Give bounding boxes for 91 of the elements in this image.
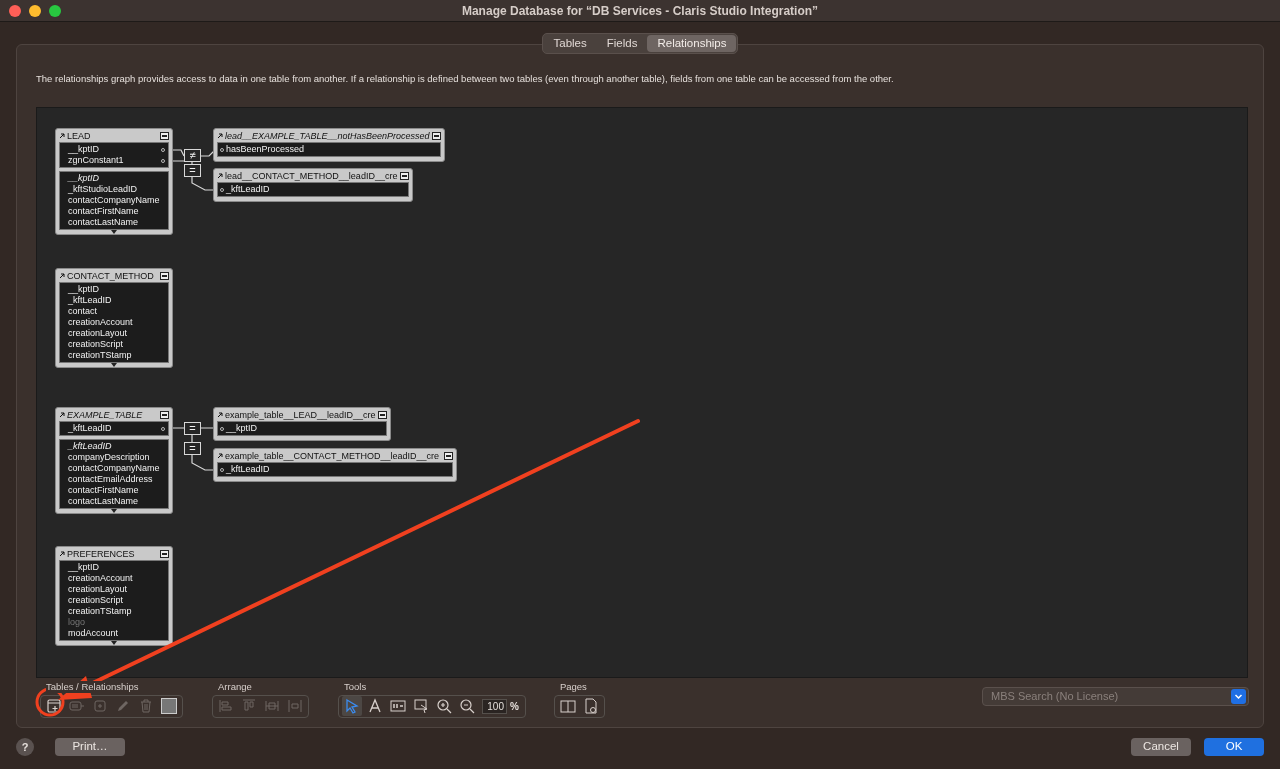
field-name: contactLastName: [68, 217, 140, 228]
key-dot-icon: [161, 158, 165, 163]
relationship-operator[interactable]: =: [184, 164, 201, 177]
field-name: modAccount: [68, 628, 120, 639]
color-swatch-icon: [161, 698, 177, 715]
zoom-icon[interactable]: [49, 4, 61, 17]
help-button[interactable]: ?: [16, 738, 34, 756]
collapse-icon[interactable]: [160, 271, 169, 280]
arrow-icon[interactable]: [217, 411, 223, 418]
ok-button[interactable]: OK: [1204, 738, 1264, 756]
group-label: Tools: [344, 680, 367, 693]
relationship-operator[interactable]: ≠: [184, 149, 201, 162]
tool-button[interactable]: [342, 696, 362, 717]
scroll-notch-icon: [109, 641, 119, 645]
field-name: creationScript: [68, 595, 125, 606]
arrow-icon[interactable]: [59, 411, 65, 418]
table-name: EXAMPLE_TABLE: [67, 408, 144, 421]
arrow-icon[interactable]: [217, 452, 223, 459]
field-name: creationTStamp: [68, 606, 133, 617]
arrow-icon[interactable]: [217, 132, 223, 139]
chevron-down-icon: [1231, 688, 1246, 704]
arrow-icon[interactable]: [59, 550, 65, 557]
table-occurrence[interactable]: CONTACT_METHOD __kptID _kftLeadID contact creationAccount creationLayout creationScript creationTStamp: [55, 268, 173, 368]
pointer-icon: [344, 698, 360, 715]
arrow-icon[interactable]: [59, 132, 65, 139]
tab[interactable]: Relationships: [647, 35, 737, 52]
arrow-icon[interactable]: [217, 172, 223, 179]
scroll-notch-icon: [109, 509, 119, 513]
arrow-icon[interactable]: [59, 272, 65, 279]
field-name: companyDescription: [68, 452, 151, 463]
table-name: example_table__LEAD__leadID__cre: [225, 408, 376, 421]
group-label: Tables / Relationships: [46, 680, 139, 693]
window-title: Manage Database for “DB Services - Claris Studio Integration”: [461, 3, 819, 20]
table-name: lead__EXAMPLE_TABLE__notHasBeenProcessed: [225, 129, 430, 142]
table-name: CONTACT_METHOD: [67, 269, 155, 282]
tab[interactable]: Tables: [543, 35, 597, 52]
cancel-button[interactable]: Cancel: [1131, 738, 1191, 756]
key-dot-icon: [161, 147, 165, 152]
field-name: logo: [68, 617, 86, 628]
table-name: LEAD: [67, 129, 92, 142]
print-button[interactable]: Print…: [55, 738, 125, 756]
field-name: creationLayout: [68, 328, 129, 339]
table-occurrence[interactable]: LEAD __kptID zgnConstant1 __kptID _kftStudioLeadID contactCompanyName contactFirstName contactLastName: [55, 128, 173, 235]
scroll-notch-icon: [109, 230, 119, 234]
field-name: contactFirstName: [68, 485, 140, 496]
table-name: PREFERENCES: [67, 547, 136, 560]
collapse-icon[interactable]: [400, 171, 409, 180]
field-name: creationAccount: [68, 573, 134, 584]
scroll-notch-icon: [109, 363, 119, 367]
description-text: The relationships graph provides access to data in one table from another. If a relationship is defined between two tables (even through another table), fields from one table can be accessed from the other.: [36, 73, 894, 84]
field-name: _kftLeadID: [68, 441, 113, 452]
field-name: contactCompanyName: [68, 463, 161, 474]
field-name: creationLayout: [68, 584, 129, 595]
field-name: __kptID: [68, 173, 101, 184]
relationship-operator[interactable]: =: [184, 442, 201, 455]
key-field: zgnConstant1: [68, 155, 159, 166]
key-field: __kptID: [68, 144, 159, 155]
field-name: __kptID: [68, 562, 101, 573]
table-name: example_table__CONTACT_METHOD__leadID__cre: [225, 449, 440, 462]
collapse-icon[interactable]: [432, 131, 441, 140]
relationship-operator[interactable]: =: [184, 422, 201, 435]
field-tool-icon: [390, 698, 406, 715]
field-name: __kptID: [68, 284, 101, 295]
text-tool-icon: [367, 698, 383, 715]
zoom-field[interactable]: 100: [482, 698, 507, 714]
collapse-icon[interactable]: [444, 451, 453, 460]
collapse-icon[interactable]: [378, 410, 387, 419]
select-icon: [413, 698, 429, 715]
field-name: creationScript: [68, 339, 125, 350]
table-occurrence[interactable]: PREFERENCES __kptID creationAccount creationLayout creationScript creationTStamp logo modAccount: [55, 546, 173, 646]
field-name: contactLastName: [68, 496, 140, 507]
zoom-out-icon: [459, 698, 475, 715]
table-name: lead__CONTACT_METHOD__leadID__cre: [225, 169, 398, 182]
field-name: creationTStamp: [68, 350, 133, 361]
tool-button[interactable]: [159, 696, 179, 717]
field-name: contactCompanyName: [68, 195, 161, 206]
field-name: contactFirstName: [68, 206, 140, 217]
relationship-line: [170, 427, 216, 429]
minimize-icon[interactable]: [29, 4, 41, 17]
collapse-icon[interactable]: [160, 131, 169, 140]
field-name: _kftStudioLeadID: [68, 184, 139, 195]
zoom-unit: %: [510, 699, 520, 714]
tab[interactable]: Fields: [596, 35, 648, 52]
zoom-in-icon: [436, 698, 452, 715]
close-icon[interactable]: [9, 4, 21, 17]
collapse-icon[interactable]: [160, 410, 169, 419]
field-name: contact: [68, 306, 99, 317]
field-name: creationAccount: [68, 317, 134, 328]
field-name: _kftLeadID: [68, 295, 113, 306]
field-name: contactEmailAddress: [68, 474, 154, 485]
collapse-icon[interactable]: [160, 549, 169, 558]
